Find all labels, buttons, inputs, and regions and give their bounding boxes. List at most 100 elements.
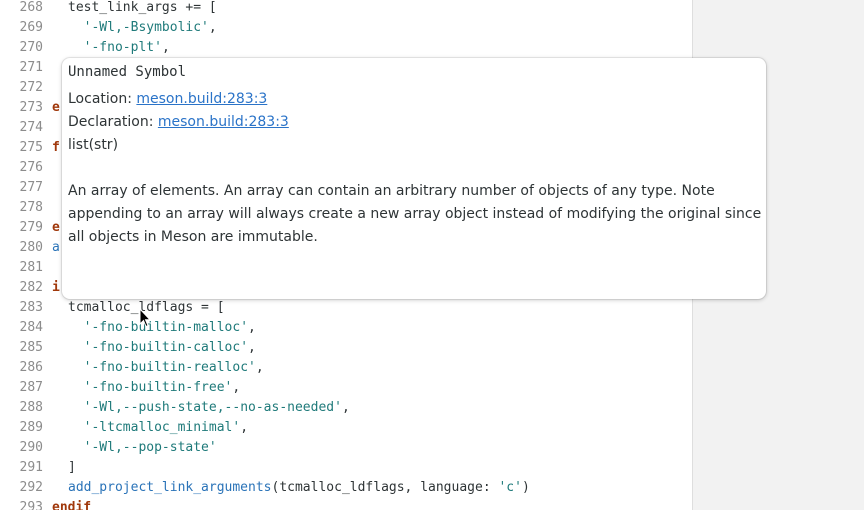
line-number: 279 (19, 220, 43, 235)
code-line[interactable]: 289 '-ltcmalloc_minimal', (0, 418, 249, 438)
line-number: 282 (19, 280, 43, 295)
code-line[interactable]: 275 f (0, 138, 60, 158)
code-line[interactable]: 285 '-fno-builtin-calloc', (0, 338, 256, 358)
line-number: 272 (19, 80, 43, 95)
code-token: '-fno-builtin-malloc' (83, 320, 249, 335)
line-number: 289 (19, 420, 43, 435)
tooltip-title: Unnamed Symbol (68, 64, 187, 80)
line-number: 275 (19, 140, 43, 155)
location-label: Location: (68, 91, 137, 107)
code-line[interactable]: 287 '-fno-builtin-free', (0, 378, 241, 398)
code-token: , (208, 20, 217, 35)
code-token: , (341, 400, 350, 415)
code-line[interactable]: 278 (0, 198, 68, 218)
tooltip-description: An array of elements. An array can conta… (68, 183, 762, 245)
code-token: f (52, 140, 60, 155)
code-line[interactable]: 284 '-fno-builtin-malloc', (0, 318, 256, 338)
line-number: 269 (19, 20, 43, 35)
code-token: a (52, 240, 60, 255)
code-line[interactable]: 283 tcmalloc_ldflags = [ (0, 298, 225, 318)
code-token: ) (521, 480, 530, 495)
code-line[interactable]: 268 test_link_args += [ (0, 0, 217, 18)
code-line[interactable]: 272 (0, 78, 68, 98)
code-token: '-fno-builtin-free' (83, 380, 233, 395)
line-number: 281 (19, 260, 43, 275)
code-token: '-Wl,-Bsymbolic' (83, 20, 209, 35)
code-line[interactable]: 269 '-Wl,-Bsymbolic', (0, 18, 217, 38)
code-token: , (232, 380, 241, 395)
line-number: 284 (19, 320, 43, 335)
line-number: 277 (19, 180, 43, 195)
code-token: e (52, 220, 60, 235)
line-number: 274 (19, 120, 43, 135)
line-number: 268 (19, 0, 43, 15)
code-line[interactable]: 271 (0, 58, 68, 78)
code-line[interactable]: 286 '-fno-builtin-realloc', (0, 358, 264, 378)
code-line[interactable]: 293 endif (0, 498, 92, 510)
symbol-hover-tooltip: Unnamed Symbol Location: meson.build:283… (62, 58, 766, 299)
code-line[interactable]: 279 e (0, 218, 60, 238)
code-token: '-fno-plt' (83, 40, 162, 55)
code-token: add_project_link_arguments (68, 480, 272, 495)
line-number: 290 (19, 440, 43, 455)
code-line[interactable]: 276 (0, 158, 68, 178)
line-number: 288 (19, 400, 43, 415)
tooltip-declaration-row: Declaration: meson.build:283:3 (68, 114, 289, 130)
declaration-label: Declaration: (68, 114, 158, 130)
code-line[interactable]: 292 add_project_link_arguments(tcmalloc_l… (0, 478, 530, 498)
code-line[interactable]: 290 '-Wl,--pop-state' (0, 438, 217, 458)
line-number: 283 (19, 300, 43, 315)
line-number: 287 (19, 380, 43, 395)
tooltip-type: list(str) (68, 137, 119, 153)
code-token: 'c' (498, 480, 522, 495)
code-line[interactable]: 281 (0, 258, 68, 278)
code-token: '-Wl,--push-state,--no-as-needed' (83, 400, 342, 415)
line-number: 292 (19, 480, 43, 495)
code-token: '-Wl,--pop-state' (83, 440, 217, 455)
code-token: , (240, 420, 249, 435)
mouse-pointer-icon (139, 308, 151, 328)
line-number: 271 (19, 60, 43, 75)
line-number: 276 (19, 160, 43, 175)
code-token: '-fno-builtin-calloc' (83, 340, 249, 355)
code-token: ] (68, 460, 76, 475)
line-number: 285 (19, 340, 43, 355)
declaration-link[interactable]: meson.build:283:3 (158, 114, 289, 130)
code-token: , (161, 40, 170, 55)
code-line[interactable]: 273 e (0, 98, 60, 118)
code-token: , (255, 360, 264, 375)
line-number: 273 (19, 100, 43, 115)
code-line[interactable]: 282 i (0, 278, 60, 298)
line-number: 270 (19, 40, 43, 55)
code-token: test_link_args += [ (68, 0, 217, 15)
code-token: e (52, 100, 60, 115)
tooltip-location-row: Location: meson.build:283:3 (68, 91, 267, 107)
code-token: i (52, 280, 60, 295)
line-number: 280 (19, 240, 43, 255)
code-line[interactable]: 288 '-Wl,--push-state,--no-as-needed', (0, 398, 350, 418)
line-number: 291 (19, 460, 43, 475)
location-link[interactable]: meson.build:283:3 (136, 91, 267, 107)
code-line[interactable]: 280 a (0, 238, 60, 258)
code-token: endif (52, 500, 92, 510)
code-token: (tcmalloc_ldflags, language: (271, 480, 499, 495)
code-line[interactable]: 277 (0, 178, 68, 198)
code-line[interactable]: 291] (0, 458, 76, 478)
code-token: '-ltcmalloc_minimal' (83, 420, 241, 435)
code-token: '-fno-builtin-realloc' (83, 360, 256, 375)
line-number: 293 (19, 500, 43, 510)
code-token: , (248, 340, 256, 355)
code-token: , (248, 320, 256, 335)
code-line[interactable]: 274 (0, 118, 68, 138)
code-line[interactable]: 270 '-fno-plt', (0, 38, 170, 58)
line-number: 286 (19, 360, 43, 375)
